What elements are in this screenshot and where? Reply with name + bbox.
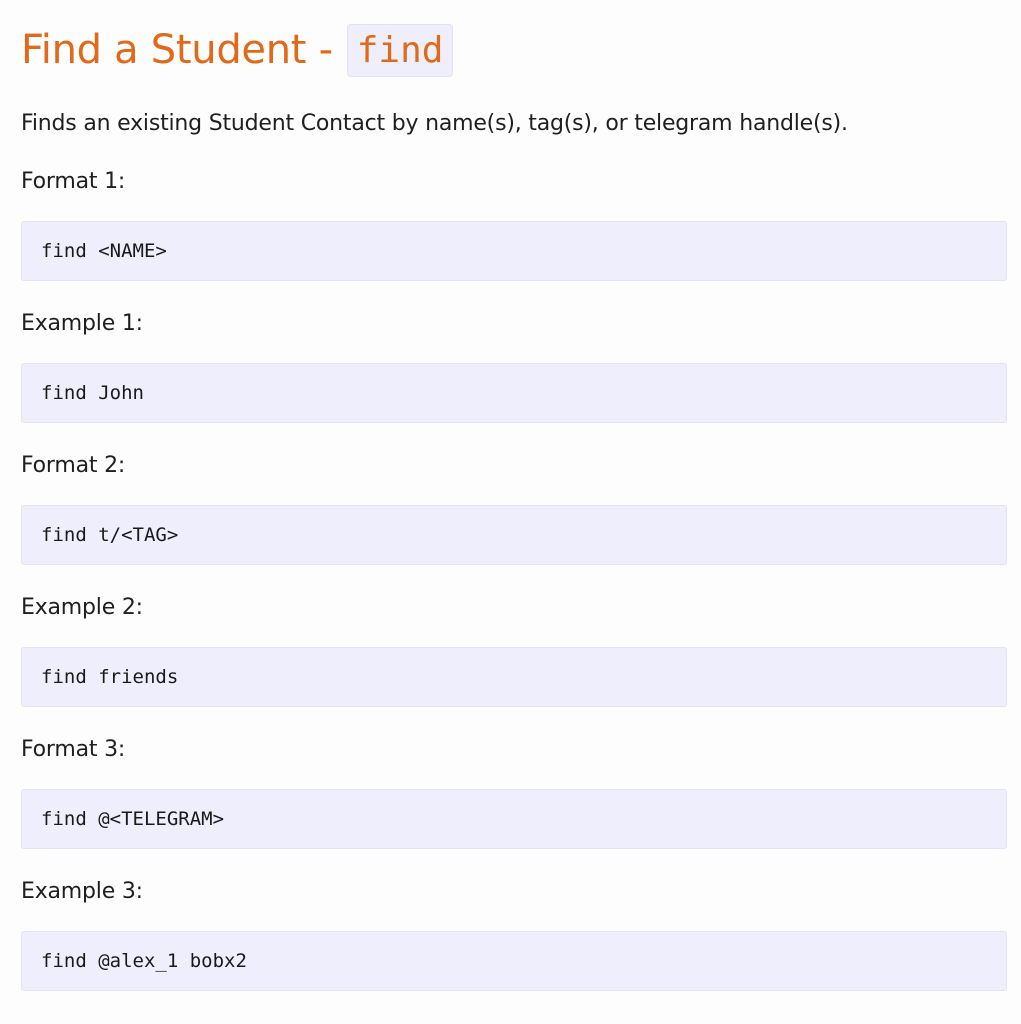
page-title-text: Find a Student -	[21, 27, 333, 73]
example-2-label: Example 2:	[21, 595, 143, 620]
format-1-label: Format 1:	[21, 169, 126, 194]
format-2-label: Format 2:	[21, 453, 126, 478]
format-2-code-block: find t/<TAG>	[21, 505, 1007, 565]
format-3-code-block: find @<TELEGRAM>	[21, 789, 1007, 849]
format-3-label: Format 3:	[21, 737, 126, 762]
intro-paragraph: Finds an existing Student Contact by nam…	[21, 111, 848, 136]
document-page: Find a Student - find Finds an existing …	[0, 0, 1021, 1024]
page-title: Find a Student - find	[21, 0, 1007, 100]
page-title-command-code: find	[346, 23, 454, 77]
format-1-code-block: find <NAME>	[21, 221, 1007, 281]
example-3-code-block: find @alex_1 bobx2	[21, 931, 1007, 991]
example-2-code-block: find friends	[21, 647, 1007, 707]
example-1-label: Example 1:	[21, 311, 143, 336]
example-3-label: Example 3:	[21, 879, 143, 904]
example-1-code-block: find John	[21, 363, 1007, 423]
